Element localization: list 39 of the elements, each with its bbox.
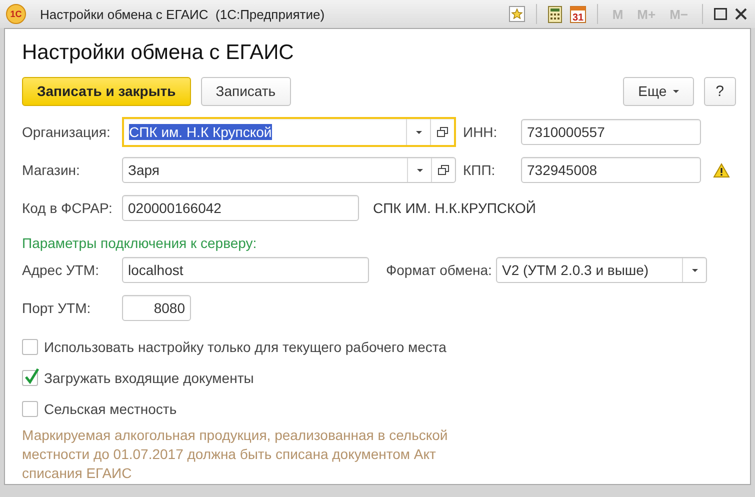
save-and-close-button[interactable]: Записать и закрыть	[22, 76, 191, 106]
star-icon[interactable]	[509, 6, 526, 22]
organization-field[interactable]: СПК им. Н.К Крупской	[122, 117, 456, 147]
field-label: Адрес УТМ:	[22, 262, 100, 278]
utm-address-field[interactable]: localhost	[122, 257, 369, 283]
checkbox[interactable]	[22, 370, 38, 386]
checkbox-label: Использовать настройку только для текущего рабочего места	[44, 338, 446, 354]
windows-icon	[437, 127, 448, 137]
field-label: Магазин:	[22, 162, 81, 178]
utm-port-field[interactable]: 8080	[122, 295, 191, 321]
checkbox-label: Сельская местность	[44, 400, 177, 416]
field-label: Организация:	[22, 124, 112, 140]
field-label: Порт УТМ:	[22, 300, 92, 316]
close-icon[interactable]	[735, 8, 747, 20]
field-label: Код в ФСРАР:	[22, 200, 114, 216]
app-logo: 1С	[6, 4, 26, 24]
kpp-field[interactable]: 732945008	[521, 157, 701, 183]
organization-name: СПК ИМ. Н.К.КРУПСКОЙ	[373, 200, 536, 216]
field-label: КПП:	[463, 162, 496, 178]
maximize-icon[interactable]	[714, 8, 727, 20]
save-button[interactable]: Записать	[200, 76, 291, 106]
checkbox[interactable]	[22, 400, 38, 416]
store-field[interactable]: Заря	[122, 157, 456, 183]
windows-icon	[438, 165, 449, 175]
checkbox[interactable]	[22, 338, 38, 354]
section-title: Параметры подключения к серверу:	[22, 234, 258, 251]
field-label: ИНН:	[463, 124, 498, 140]
more-button[interactable]: Еще	[623, 76, 694, 106]
form-heading: Настройки обмена с ЕГАИС	[22, 40, 295, 66]
inn-field[interactable]: 7310000557	[521, 119, 701, 145]
note-text: Маркируемая алкогольная продукция, реализованная в сельской местности до 01.07.2017 должна быть списана документом Акт списания ЕГАИС	[22, 426, 449, 483]
calendar-icon[interactable]: 31	[570, 6, 586, 22]
checkbox-label: Загружать входящие документы	[44, 370, 254, 386]
fsrar-code-field[interactable]: 020000166042	[122, 195, 359, 221]
field-label: Формат обмена:	[386, 262, 493, 278]
help-button[interactable]: ?	[704, 76, 736, 106]
calculator-icon[interactable]	[548, 6, 562, 22]
exchange-format-field[interactable]: V2 (УТМ 2.0.3 и выше)	[496, 257, 707, 283]
window-title: Настройки обмена с ЕГАИС (1С:Предприятие)	[40, 6, 326, 22]
